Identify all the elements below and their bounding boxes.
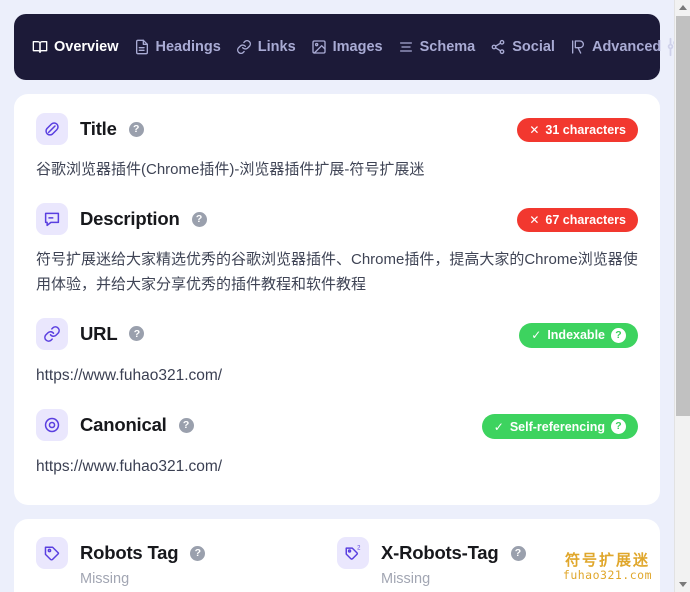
section-title-label: X-Robots-Tag <box>381 542 499 564</box>
robots-grid: Robots Tag ? Missing 2 X-Robots-Tag ? Mi… <box>36 537 638 587</box>
section-title-label: Title <box>80 118 117 139</box>
help-icon[interactable]: ? <box>611 419 626 434</box>
url-value[interactable]: https://www.fuhao321.com/ <box>36 363 638 388</box>
vertical-scrollbar[interactable] <box>674 0 690 592</box>
status-badge-label: Self-referencing <box>509 419 605 434</box>
section-header: Robots Tag ? <box>36 537 337 570</box>
status-badge-label: 67 characters <box>545 213 626 228</box>
title-value: 谷歌浏览器插件(Chrome插件)-浏览器插件扩展-符号扩展迷 <box>36 161 425 178</box>
nav-tab-links[interactable]: Links <box>236 39 296 55</box>
target-icon <box>36 409 68 441</box>
image-icon <box>311 39 327 55</box>
nav-items: Overview Headings Links Images Schema So… <box>32 39 661 55</box>
book-icon <box>32 39 48 55</box>
nav-tab-label: Images <box>332 38 383 55</box>
nav-tab-headings[interactable]: Headings <box>134 39 221 55</box>
section-url: URL ? ✓ Indexable ? https://www.fuhao321… <box>36 317 638 388</box>
page-body: Overview Headings Links Images Schema So… <box>0 0 685 592</box>
description-value: 符号扩展迷给大家精选优秀的谷歌浏览器插件、Chrome插件，提高大家的Chrom… <box>36 251 638 293</box>
help-icon[interactable]: ? <box>129 326 145 342</box>
status-badge-description-length[interactable]: ✕ 67 characters <box>517 208 638 233</box>
status-badge-title-length[interactable]: ✕ 31 characters <box>517 118 638 142</box>
scrollbar-thumb[interactable] <box>676 16 690 416</box>
help-icon[interactable]: ? <box>128 121 144 137</box>
nav-tab-images[interactable]: Images <box>311 39 383 55</box>
section-title: Title ? ✕ 31 characters 谷歌浏览器插件(Chrome插件… <box>36 112 638 182</box>
section-description: Description ? ✕ 67 characters 符号扩展迷给大家精选… <box>36 202 638 297</box>
nav-tab-social[interactable]: Social <box>490 39 555 55</box>
section-title-label: Canonical <box>80 414 167 435</box>
cross-icon: ✕ <box>529 213 540 228</box>
section-header: 2 X-Robots-Tag ? <box>337 537 638 570</box>
help-icon[interactable]: ? <box>510 545 526 561</box>
tag-two-icon: 2 <box>337 537 369 570</box>
document-icon <box>134 39 150 55</box>
canonical-value[interactable]: https://www.fuhao321.com/ <box>36 454 638 479</box>
scroll-down-arrow-icon[interactable] <box>675 577 690 592</box>
feather-icon <box>36 113 68 145</box>
robots-card: Robots Tag ? Missing 2 X-Robots-Tag ? Mi… <box>14 519 660 592</box>
status-badge-indexable[interactable]: ✓ Indexable ? <box>519 322 638 348</box>
help-icon[interactable]: ? <box>191 211 207 227</box>
nav-tab-label: Links <box>257 38 296 55</box>
section-x-robots-tag: 2 X-Robots-Tag ? Missing <box>337 537 638 587</box>
scroll-up-arrow-icon[interactable] <box>675 0 690 15</box>
advanced-icon <box>570 39 586 55</box>
check-icon: ✓ <box>493 419 504 434</box>
nav-tab-overview[interactable]: Overview <box>32 39 119 55</box>
list-icon <box>398 39 414 55</box>
nav-tab-label: Schema <box>419 38 476 55</box>
nav-tab-label: Advanced <box>591 38 662 55</box>
message-icon <box>36 203 68 236</box>
help-icon[interactable]: ? <box>611 327 626 343</box>
nav-tab-schema[interactable]: Schema <box>398 38 476 55</box>
status-badge-self-referencing[interactable]: ✓ Self-referencing ? <box>481 414 638 439</box>
link-icon <box>236 39 252 55</box>
status-badge-label: Indexable <box>547 328 605 343</box>
section-title-label: Description <box>80 208 180 230</box>
section-title-label: Robots Tag <box>80 542 179 564</box>
nav-tab-label: Social <box>512 38 555 55</box>
nav-tab-advanced[interactable]: Advanced <box>570 39 661 55</box>
share-icon <box>490 39 506 55</box>
overview-card: Title ? ✕ 31 characters 谷歌浏览器插件(Chrome插件… <box>14 94 660 506</box>
section-title-label: URL <box>80 322 118 344</box>
status-badge-label: 31 characters <box>545 123 626 137</box>
cross-icon: ✕ <box>529 123 540 137</box>
svg-text:2: 2 <box>357 546 361 552</box>
robots-tag-status: Missing <box>80 571 130 588</box>
section-robots-tag: Robots Tag ? Missing <box>36 537 337 587</box>
tag-icon <box>36 537 68 570</box>
main-navigation: Overview Headings Links Images Schema So… <box>14 14 685 80</box>
link-icon <box>36 317 68 350</box>
check-icon: ✓ <box>531 328 542 343</box>
nav-tab-label: Headings <box>155 38 221 55</box>
section-canonical: Canonical ? ✓ Self-referencing ? https:/… <box>36 408 638 479</box>
seo-overview-panel: Overview Headings Links Images Schema So… <box>0 0 690 592</box>
x-robots-tag-status: Missing <box>381 571 431 588</box>
nav-tab-label: Overview <box>54 38 119 55</box>
help-icon[interactable]: ? <box>190 545 206 561</box>
help-icon[interactable]: ? <box>178 417 194 433</box>
